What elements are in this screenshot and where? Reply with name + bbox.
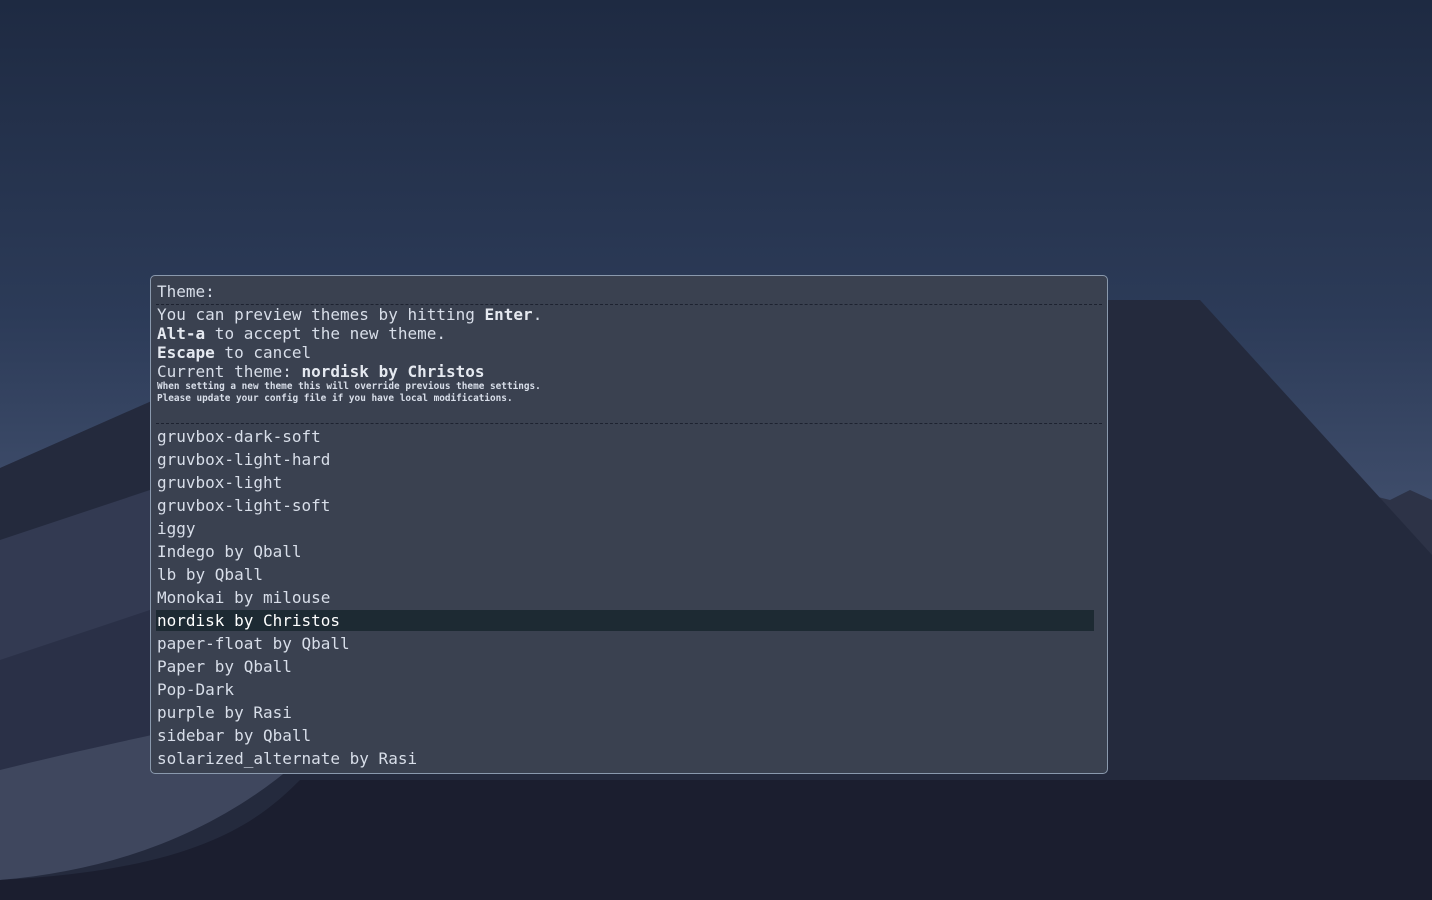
key-alt-a: Alt-a <box>157 324 206 343</box>
theme-item[interactable]: gruvbox-light-soft <box>156 495 1094 516</box>
message-line-cancel: Escape to cancel <box>157 343 312 362</box>
separator-bottom <box>156 423 1102 424</box>
theme-item[interactable]: solarized_alternate by Rasi <box>156 748 1094 769</box>
theme-item[interactable]: Pop-Dark <box>156 679 1094 700</box>
message-line-preview: You can preview themes by hitting Enter. <box>157 305 543 324</box>
theme-item[interactable]: sidebar by Qball <box>156 725 1094 746</box>
key-escape: Escape <box>157 343 215 362</box>
theme-item-selected[interactable]: nordisk by Christos <box>156 610 1094 631</box>
theme-item[interactable]: paper-float by Qball <box>156 633 1094 654</box>
message-note-config: Please update your config file if you ha… <box>157 393 513 404</box>
theme-item[interactable]: purple by Rasi <box>156 702 1094 723</box>
current-theme-name: nordisk by Christos <box>301 362 485 381</box>
theme-item[interactable]: iggy <box>156 518 1094 539</box>
theme-item[interactable]: Indego by Qball <box>156 541 1094 562</box>
theme-item[interactable]: gruvbox-light-hard <box>156 449 1094 470</box>
theme-item[interactable]: Monokai by milouse <box>156 587 1094 608</box>
theme-item[interactable]: gruvbox-dark-soft <box>156 426 1094 447</box>
message-box: You can preview themes by hitting Enter.… <box>157 305 1097 405</box>
theme-item[interactable]: Paper by Qball <box>156 656 1094 677</box>
message-line-accept: Alt-a to accept the new theme. <box>157 324 446 343</box>
prompt-label[interactable]: Theme: <box>157 282 215 302</box>
theme-list[interactable]: gruvbox-dark-soft gruvbox-light-hard gruvb… <box>156 426 1094 771</box>
theme-item[interactable]: lb by Qball <box>156 564 1094 585</box>
message-line-current-theme: Current theme: nordisk by Christos <box>157 362 485 381</box>
theme-selector-window: Theme: You can preview themes by hitting… <box>150 275 1108 774</box>
message-note-override: When setting a new theme this will overr… <box>157 381 541 392</box>
theme-item[interactable]: gruvbox-light <box>156 472 1094 493</box>
key-enter: Enter <box>484 305 533 324</box>
